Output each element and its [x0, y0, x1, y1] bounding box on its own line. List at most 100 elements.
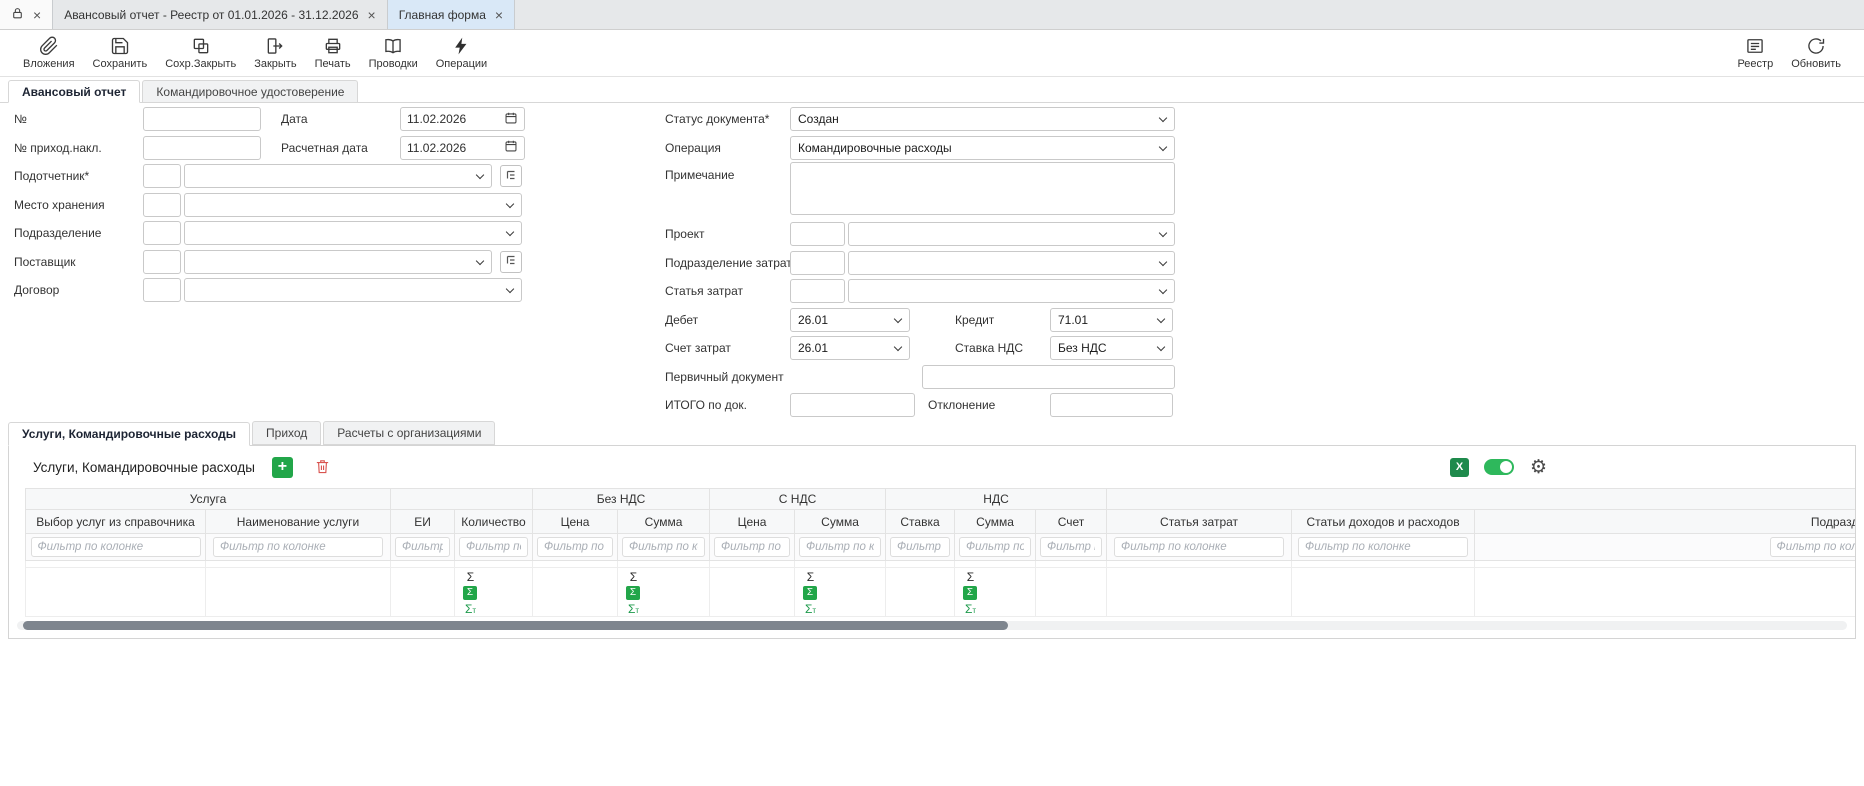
horizontal-scrollbar[interactable] [17, 621, 1847, 630]
sum-selected-button[interactable]: Σ [463, 586, 477, 600]
cost-item-select[interactable] [848, 279, 1175, 303]
save-button[interactable]: Сохранить [84, 34, 157, 72]
delete-row-button[interactable] [314, 457, 331, 477]
column-filter-input[interactable] [959, 537, 1031, 557]
column-header[interactable]: Сумма [795, 510, 886, 534]
column-header[interactable]: Счет [1036, 510, 1107, 534]
document-number-input[interactable] [143, 107, 261, 131]
contract-code-input[interactable] [143, 278, 181, 302]
grid-view-toggle[interactable] [1484, 459, 1514, 475]
invoice-number-input[interactable] [143, 136, 261, 160]
sum-button[interactable]: Σ [626, 570, 641, 584]
excel-export-button[interactable]: X [1450, 458, 1469, 477]
refresh-button[interactable]: Обновить [1782, 34, 1850, 72]
cost-department-select[interactable] [848, 251, 1175, 275]
column-filter-input[interactable] [31, 537, 201, 557]
column-filter-input[interactable] [395, 537, 450, 557]
postings-button[interactable]: Проводки [360, 34, 427, 72]
save-close-button[interactable]: Сохр.Закрыть [156, 34, 245, 72]
credit-select[interactable]: 71.01 [1050, 308, 1173, 332]
gear-icon[interactable]: ⚙ [1530, 458, 1547, 477]
operations-button[interactable]: Операции [427, 34, 496, 72]
excel-icon: X [1456, 461, 1463, 473]
supplier-select[interactable] [184, 250, 492, 274]
column-header[interactable]: Статьи доходов и расходов [1292, 510, 1475, 534]
column-filter-input[interactable] [1040, 537, 1102, 557]
column-header[interactable]: Ставка [886, 510, 955, 534]
column-header[interactable]: Статья затрат [1107, 510, 1292, 534]
sum-button[interactable]: Σ [463, 570, 478, 584]
sum-button[interactable]: Σ [963, 570, 978, 584]
status-select[interactable]: Создан [790, 107, 1175, 131]
department-code-input[interactable] [143, 221, 181, 245]
sum-selected-button[interactable]: Σ [963, 586, 977, 600]
print-button[interactable]: Печать [306, 34, 360, 72]
vat-rate-select[interactable]: Без НДС [1050, 336, 1173, 360]
contract-select[interactable] [184, 278, 522, 302]
scrollbar-thumb[interactable] [23, 621, 1008, 630]
column-header[interactable]: ЕИ [391, 510, 455, 534]
tab-travel-certificate[interactable]: Командировочное удостоверение [142, 80, 358, 102]
deviation-input[interactable] [1050, 393, 1173, 417]
project-select[interactable] [848, 222, 1175, 246]
tab-services[interactable]: Услуги, Командировочные расходы [8, 422, 250, 446]
project-code-input[interactable] [790, 222, 845, 246]
column-filter-input[interactable] [459, 537, 528, 557]
cost-department-code-input[interactable] [790, 251, 845, 275]
column-filter-input[interactable] [213, 537, 383, 557]
sum-total-button[interactable]: Σт [463, 602, 478, 616]
date-field[interactable]: 11.02.2026 [400, 107, 525, 131]
column-header[interactable]: Выбор услуг из справочника [26, 510, 206, 534]
column-filter-input[interactable] [1298, 537, 1468, 557]
accountable-select[interactable] [184, 164, 492, 188]
column-header[interactable]: Наименование услуги [206, 510, 391, 534]
column-header[interactable]: Сумма [618, 510, 710, 534]
column-filter-input[interactable] [890, 537, 950, 557]
column-filter-input[interactable] [714, 537, 790, 557]
sum-total-button[interactable]: Σт [626, 602, 641, 616]
sum-total-button[interactable]: Σт [803, 602, 818, 616]
accountable-tree-button[interactable] [500, 165, 522, 187]
close-icon[interactable]: × [368, 8, 376, 22]
calc-date-field[interactable]: 11.02.2026 [400, 136, 525, 160]
tab-advance-report[interactable]: Авансовый отчет [8, 80, 140, 103]
storage-select[interactable] [184, 193, 522, 217]
column-header[interactable]: Количество [455, 510, 533, 534]
add-row-button[interactable]: + [272, 457, 293, 478]
registry-button[interactable]: Реестр [1728, 34, 1782, 72]
close-button[interactable]: Закрыть [245, 34, 305, 72]
column-header[interactable]: Сумма [955, 510, 1036, 534]
column-filter-input[interactable] [622, 537, 705, 557]
note-textarea[interactable] [790, 162, 1175, 215]
primary-document-input[interactable] [922, 365, 1175, 389]
cost-item-code-input[interactable] [790, 279, 845, 303]
sum-total-button[interactable]: Σт [963, 602, 978, 616]
close-icon[interactable]: × [33, 8, 41, 22]
column-filter-input[interactable] [1770, 537, 1855, 557]
sum-selected-button[interactable]: Σ [803, 586, 817, 600]
column-filter-input[interactable] [537, 537, 613, 557]
tab-receipt[interactable]: Приход [252, 421, 321, 445]
window-tab-main-form[interactable]: Главная форма × [388, 0, 515, 29]
column-header[interactable]: Цена [533, 510, 618, 534]
window-tab-registry[interactable]: Авансовый отчет - Реестр от 01.01.2026 -… [53, 0, 388, 29]
attachments-button[interactable]: Вложения [14, 34, 84, 72]
window-tab-pinned[interactable]: × [0, 0, 53, 29]
debit-select[interactable]: 26.01 [790, 308, 910, 332]
accountable-code-input[interactable] [143, 164, 181, 188]
operation-select[interactable]: Командировочные расходы [790, 136, 1175, 160]
tab-org-settlements[interactable]: Расчеты с организациями [323, 421, 495, 445]
department-select[interactable] [184, 221, 522, 245]
close-icon[interactable]: × [495, 8, 503, 22]
column-filter-input[interactable] [1114, 537, 1284, 557]
column-header[interactable]: Подразделение [1475, 510, 1855, 534]
sum-selected-button[interactable]: Σ [626, 586, 640, 600]
supplier-tree-button[interactable] [500, 251, 522, 273]
storage-code-input[interactable] [143, 193, 181, 217]
sum-button[interactable]: Σ [803, 570, 818, 584]
document-total-input[interactable] [790, 393, 915, 417]
column-filter-input[interactable] [799, 537, 881, 557]
supplier-code-input[interactable] [143, 250, 181, 274]
cost-account-select[interactable]: 26.01 [790, 336, 910, 360]
column-header[interactable]: Цена [710, 510, 795, 534]
